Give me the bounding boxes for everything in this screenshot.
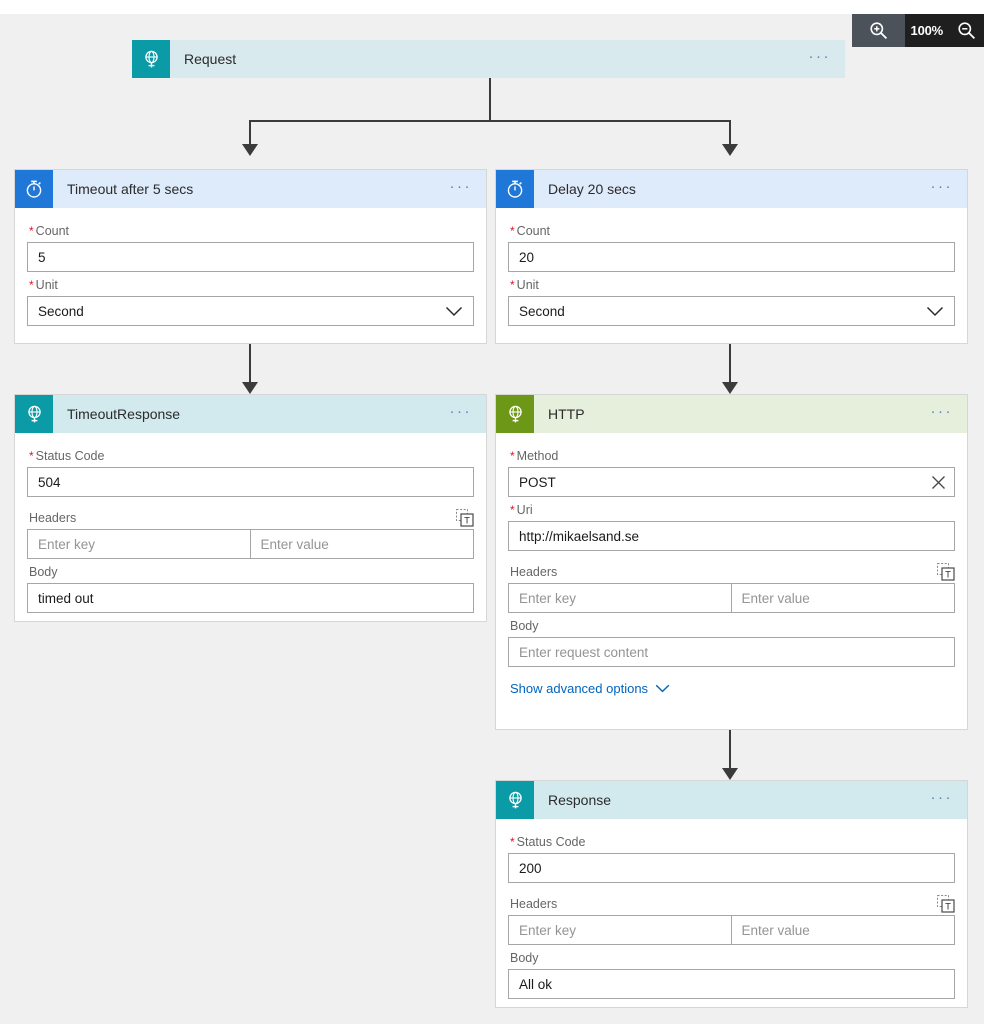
chevron-down-icon bbox=[445, 306, 463, 317]
node-delay-title: Delay 20 secs bbox=[548, 181, 636, 197]
required-asterisk: * bbox=[510, 835, 515, 849]
magnifier-minus-icon bbox=[957, 21, 976, 40]
required-asterisk: * bbox=[29, 278, 34, 292]
http-header-value-input[interactable]: Enter value bbox=[731, 583, 955, 613]
response-headers-row: Enter key Enter value bbox=[508, 915, 955, 945]
node-delay[interactable]: Delay 20 secs ··· * Count 20 * Unit Seco… bbox=[495, 169, 968, 344]
svg-text:T: T bbox=[945, 570, 951, 581]
node-request-header[interactable]: Request ··· bbox=[132, 40, 845, 78]
node-timeout-body: * Count 5 * Unit Second bbox=[15, 208, 486, 340]
http-headers-label: Headers bbox=[510, 565, 558, 579]
zoom-out-button[interactable] bbox=[957, 21, 976, 40]
node-timeout-title: Timeout after 5 secs bbox=[67, 181, 194, 197]
timeout-unit-select[interactable]: Second bbox=[27, 296, 474, 326]
text-mode-icon[interactable]: T bbox=[456, 509, 474, 527]
timeout-unit-label: * Unit bbox=[29, 278, 58, 292]
zoom-control[interactable]: 100% bbox=[851, 14, 984, 47]
chevron-down-icon bbox=[926, 306, 944, 317]
zoom-level-label: 100% bbox=[910, 23, 944, 38]
svg-text:T: T bbox=[464, 516, 470, 527]
zoom-in-button[interactable] bbox=[851, 14, 905, 47]
node-request-title: Request bbox=[184, 51, 237, 67]
required-asterisk: * bbox=[29, 224, 34, 238]
node-http[interactable]: HTTP ··· * Method POST * Uri http://mika… bbox=[495, 394, 968, 730]
text-mode-icon[interactable]: T bbox=[937, 895, 955, 913]
node-response[interactable]: Response ··· * Status Code 200 Headers T… bbox=[495, 780, 968, 1008]
node-http-body: * Method POST * Uri http://mikaelsand.se bbox=[496, 433, 967, 712]
node-timeoutresponse-title: TimeoutResponse bbox=[67, 406, 181, 422]
http-method-input[interactable]: POST bbox=[508, 467, 955, 497]
timeoutresponse-body-input[interactable]: timed out bbox=[27, 583, 474, 613]
timeoutresponse-header-value-input[interactable]: Enter value bbox=[250, 529, 474, 559]
node-http-header[interactable]: HTTP ··· bbox=[496, 395, 967, 433]
timeout-count-input[interactable]: 5 bbox=[27, 242, 474, 272]
node-request-menu-button[interactable]: ··· bbox=[809, 49, 832, 70]
node-response-title: Response bbox=[548, 792, 612, 808]
http-method-label: * Method bbox=[510, 449, 559, 463]
timeoutresponse-headers-label: Headers bbox=[29, 511, 77, 525]
required-asterisk: * bbox=[29, 449, 34, 463]
workflow-designer-canvas[interactable]: 100% Request ··· Timeout after 5 secs ··… bbox=[0, 14, 984, 1024]
node-timeout-menu-button[interactable]: ··· bbox=[450, 179, 473, 200]
delay-count-input[interactable]: 20 bbox=[508, 242, 955, 272]
node-request[interactable]: Request ··· bbox=[132, 40, 845, 78]
response-globe-icon bbox=[496, 781, 534, 819]
close-icon[interactable] bbox=[931, 475, 946, 490]
node-response-body: * Status Code 200 Headers T Enter key En… bbox=[496, 819, 967, 1013]
http-globe-icon bbox=[496, 395, 534, 433]
http-body-label: Body bbox=[510, 619, 539, 633]
required-asterisk: * bbox=[510, 224, 515, 238]
node-timeoutresponse[interactable]: TimeoutResponse ··· * Status Code 504 He… bbox=[14, 394, 487, 622]
delay-unit-label: * Unit bbox=[510, 278, 539, 292]
required-asterisk: * bbox=[510, 503, 515, 517]
required-asterisk: * bbox=[510, 449, 515, 463]
required-asterisk: * bbox=[510, 278, 515, 292]
node-timeout[interactable]: Timeout after 5 secs ··· * Count 5 * Uni… bbox=[14, 169, 487, 344]
response-status-code-label: * Status Code bbox=[510, 835, 586, 849]
svg-text:T: T bbox=[945, 902, 951, 913]
node-response-header[interactable]: Response ··· bbox=[496, 781, 967, 819]
response-body-input[interactable]: All ok bbox=[508, 969, 955, 999]
http-body-input[interactable]: Enter request content bbox=[508, 637, 955, 667]
timeoutresponse-status-code-input[interactable]: 504 bbox=[27, 467, 474, 497]
stopwatch-icon bbox=[496, 170, 534, 208]
timeoutresponse-status-code-label: * Status Code bbox=[29, 449, 105, 463]
response-header-key-input[interactable]: Enter key bbox=[508, 915, 732, 945]
magnifier-plus-icon bbox=[869, 21, 888, 40]
node-timeout-header[interactable]: Timeout after 5 secs ··· bbox=[15, 170, 486, 208]
node-timeoutresponse-menu-button[interactable]: ··· bbox=[450, 404, 473, 425]
http-headers-row: Enter key Enter value bbox=[508, 583, 955, 613]
response-globe-icon bbox=[15, 395, 53, 433]
http-uri-label: * Uri bbox=[510, 503, 533, 517]
node-delay-header[interactable]: Delay 20 secs ··· bbox=[496, 170, 967, 208]
node-timeoutresponse-body: * Status Code 504 Headers T Enter key En… bbox=[15, 433, 486, 627]
show-advanced-options-link[interactable]: Show advanced options bbox=[510, 681, 670, 696]
node-delay-body: * Count 20 * Unit Second bbox=[496, 208, 967, 340]
timeout-count-label: * Count bbox=[29, 224, 70, 238]
node-response-menu-button[interactable]: ··· bbox=[931, 790, 954, 811]
delay-unit-select[interactable]: Second bbox=[508, 296, 955, 326]
node-http-menu-button[interactable]: ··· bbox=[931, 404, 954, 425]
stopwatch-icon bbox=[15, 170, 53, 208]
node-http-title: HTTP bbox=[548, 406, 585, 422]
text-mode-icon[interactable]: T bbox=[937, 563, 955, 581]
node-timeoutresponse-header[interactable]: TimeoutResponse ··· bbox=[15, 395, 486, 433]
request-globe-icon bbox=[132, 40, 170, 78]
delay-count-label: * Count bbox=[510, 224, 551, 238]
response-header-value-input[interactable]: Enter value bbox=[731, 915, 955, 945]
node-delay-menu-button[interactable]: ··· bbox=[931, 179, 954, 200]
response-headers-label: Headers bbox=[510, 897, 558, 911]
timeoutresponse-header-key-input[interactable]: Enter key bbox=[27, 529, 251, 559]
response-status-code-input[interactable]: 200 bbox=[508, 853, 955, 883]
timeoutresponse-body-label: Body bbox=[29, 565, 58, 579]
timeoutresponse-headers-row: Enter key Enter value bbox=[27, 529, 474, 559]
http-uri-input[interactable]: http://mikaelsand.se bbox=[508, 521, 955, 551]
chevron-down-icon bbox=[655, 684, 670, 693]
http-header-key-input[interactable]: Enter key bbox=[508, 583, 732, 613]
response-body-label: Body bbox=[510, 951, 539, 965]
